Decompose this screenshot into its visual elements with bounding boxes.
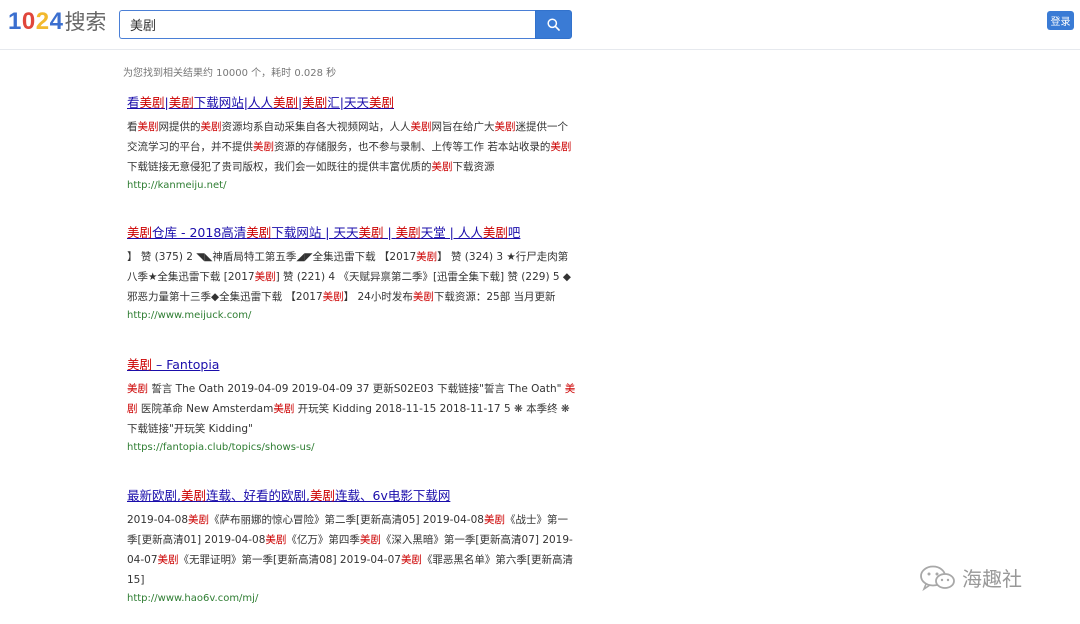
top-bar: 1024搜索 登录 <box>0 0 1080 50</box>
search-icon <box>547 18 560 31</box>
search-result: 美剧 – Fantopia 美剧 誓言 The Oath 2019-04-09 … <box>127 354 577 456</box>
result-snippet: 2019-04-08美剧《萨布丽娜的惊心冒险》第二季[更新高清05] 2019-… <box>127 514 574 586</box>
search-input[interactable] <box>119 10 535 39</box>
logo-digit-2: 2 <box>35 8 50 35</box>
highlight-term: 美剧 <box>137 121 159 133</box>
highlight-term: 美剧 <box>410 121 432 133</box>
highlight-term: 美剧 <box>483 514 505 526</box>
wechat-icon <box>920 565 955 591</box>
watermark-text: 海趣社 <box>962 567 1022 591</box>
highlight-term: 美剧 <box>431 161 453 173</box>
highlight-term: 美剧 <box>273 403 295 415</box>
highlight-term: 美剧 <box>494 121 516 133</box>
highlight-term: 美剧 <box>368 95 394 110</box>
highlight-term: 美剧 <box>272 95 298 110</box>
highlight-term: 美剧 <box>254 271 276 283</box>
logo-digit-0: 0 <box>21 8 36 35</box>
highlight-term: 美剧 <box>168 95 194 110</box>
highlight-term: 美剧 <box>400 554 422 566</box>
login-button[interactable]: 登录 <box>1047 11 1074 30</box>
result-snippet: 美剧 誓言 The Oath 2019-04-09 2019-04-09 37 … <box>127 383 576 435</box>
result-title-link[interactable]: 看美剧|美剧下载网站|人人美剧|美剧汇|天天美剧 <box>127 94 394 112</box>
highlight-term: 美剧 <box>416 251 438 263</box>
logo-suffix: 搜索 <box>64 10 107 34</box>
search-result: 最新欧剧,美剧连载、好看的欧剧,美剧连载、6v电影下载网 2019-04-08美… <box>127 485 577 607</box>
highlight-term: 美剧 <box>139 95 165 110</box>
highlight-term: 美剧 <box>180 488 206 503</box>
highlight-term: 美剧 <box>246 225 272 240</box>
result-title-link[interactable]: 最新欧剧,美剧连载、好看的欧剧,美剧连载、6v电影下载网 <box>127 487 450 505</box>
highlight-term: 美剧 <box>358 225 384 240</box>
site-logo[interactable]: 1024搜索 <box>8 7 106 37</box>
result-stats: 为您找到相关结果约 10000 个，耗时 0.028 秒 <box>123 68 337 79</box>
highlight-term: 美剧 <box>309 488 335 503</box>
result-url[interactable]: https://fantopia.club/topics/shows-us/ <box>127 440 577 456</box>
highlight-term: 美剧 <box>127 383 576 415</box>
result-url[interactable]: http://www.meijuck.com/ <box>127 308 577 324</box>
highlight-term: 美剧 <box>395 225 421 240</box>
logo-digit-4: 4 <box>49 8 64 35</box>
highlight-term: 美剧 <box>253 141 274 153</box>
highlight-term: 美剧 <box>127 383 148 395</box>
highlight-term: 美剧 <box>127 225 153 240</box>
result-title-link[interactable]: 美剧仓库 - 2018高清美剧下载网站 | 天天美剧 | 美剧天堂 | 人人美剧… <box>127 224 520 242</box>
result-url[interactable]: http://www.hao6v.com/mj/ <box>127 591 577 607</box>
highlight-term: 美剧 <box>157 554 179 566</box>
highlight-term: 美剧 <box>359 534 381 546</box>
result-snippet: 看美剧网提供的美剧资源均系自动采集自各大视频网站，人人美剧网旨在给广大美剧迷提供… <box>127 121 572 173</box>
highlight-term: 美剧 <box>550 141 572 153</box>
search-result: 美剧仓库 - 2018高清美剧下载网站 | 天天美剧 | 美剧天堂 | 人人美剧… <box>127 222 577 324</box>
result-snippet: 】 赞 (375) 2 ◥◣神盾局特工第五季◢◤全集迅雷下载 【2017美剧】 … <box>127 251 571 303</box>
result-url[interactable]: http://kanmeiju.net/ <box>127 178 577 194</box>
highlight-term: 美剧 <box>322 291 344 303</box>
highlight-term: 美剧 <box>188 514 210 526</box>
logo-digit-1: 1 <box>8 8 22 35</box>
watermark: 海趣社 <box>918 563 1022 592</box>
highlight-term: 美剧 <box>412 291 434 303</box>
search-button[interactable] <box>535 10 572 39</box>
highlight-term: 美剧 <box>482 225 508 240</box>
highlight-term: 美剧 <box>302 95 328 110</box>
result-title-link[interactable]: 美剧 – Fantopia <box>127 356 219 374</box>
highlight-term: 美剧 <box>265 534 287 546</box>
highlight-term: 美剧 <box>127 357 153 372</box>
search-result: 看美剧|美剧下载网站|人人美剧|美剧汇|天天美剧 看美剧网提供的美剧资源均系自动… <box>127 92 577 194</box>
highlight-term: 美剧 <box>200 121 222 133</box>
